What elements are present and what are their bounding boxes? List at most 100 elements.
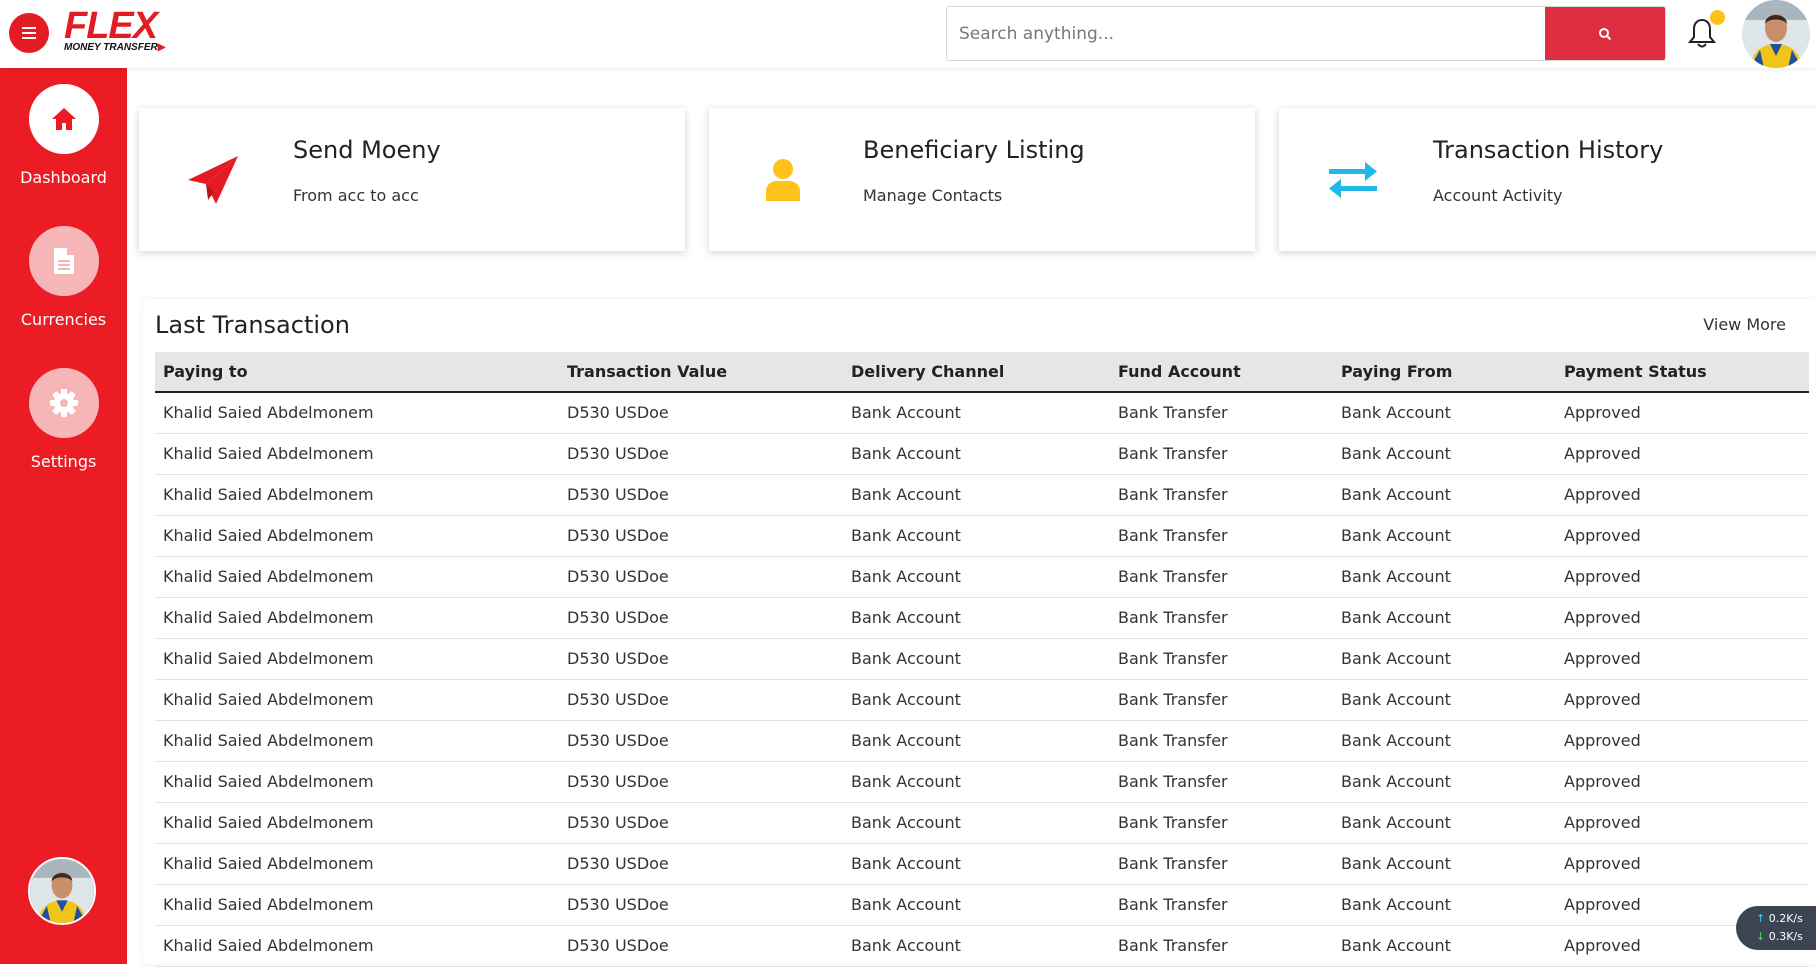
last-transaction-panel: Last Transaction View More Paying to Tran… <box>143 299 1816 966</box>
table-cell: Bank Account <box>851 567 961 586</box>
table-row[interactable]: Khalid Saied Abdelmonem D530 USDoe Bank Ac… <box>155 392 1809 433</box>
table-cell: Bank Transfer <box>1118 813 1228 832</box>
column-header[interactable]: Transaction Value <box>559 352 843 392</box>
table-cell: D530 USDoe <box>567 526 669 545</box>
table-cell: D530 USDoe <box>567 403 669 423</box>
table-cell: Bank Transfer <box>1118 567 1228 586</box>
table-cell: Khalid Saied Abdelmonem <box>163 649 374 668</box>
table-cell: Khalid Saied Abdelmonem <box>163 731 374 750</box>
column-header[interactable]: Paying From <box>1333 352 1556 392</box>
column-header[interactable]: Fund Account <box>1110 352 1333 392</box>
table-cell: Bank Account <box>1341 403 1451 423</box>
beneficiary-listing-card[interactable]: Beneficiary Listing Manage Contacts <box>709 108 1255 251</box>
table-cell: Bank Account <box>1341 567 1451 586</box>
table-cell: Bank Account <box>851 485 961 504</box>
sidebar-user-avatar[interactable] <box>28 857 96 925</box>
search-input[interactable] <box>947 7 1545 60</box>
table-cell: D530 USDoe <box>567 772 669 791</box>
table-row[interactable]: Khalid Saied Abdelmonem D530 USDoe Bank Ac… <box>155 597 1809 638</box>
table-cell: Bank Account <box>1341 895 1451 914</box>
table-body: Khalid Saied Abdelmonem D530 USDoe Bank Ac… <box>155 392 1809 966</box>
table-cell: Bank Transfer <box>1118 895 1228 914</box>
table-cell: Bank Account <box>851 690 961 709</box>
table-cell: Bank Transfer <box>1118 444 1228 463</box>
table-cell: Bank Transfer <box>1118 649 1228 668</box>
table-cell: Khalid Saied Abdelmonem <box>163 690 374 709</box>
column-header[interactable]: Payment Status <box>1556 352 1809 392</box>
table-row[interactable]: Khalid Saied Abdelmonem D530 USDoe Bank Ac… <box>155 638 1809 679</box>
table-cell: Bank Account <box>851 403 961 423</box>
table-row[interactable]: Khalid Saied Abdelmonem D530 USDoe Bank Ac… <box>155 802 1809 843</box>
upload-speed: ↑ 0.2K/s <box>1756 912 1803 925</box>
table-cell: Bank Account <box>1341 444 1451 463</box>
user-icon <box>766 159 800 201</box>
table-cell: D530 USDoe <box>567 444 669 463</box>
column-header[interactable]: Paying to <box>155 352 559 392</box>
table-row[interactable]: Khalid Saied Abdelmonem D530 USDoe Bank Ac… <box>155 433 1809 474</box>
hamburger-menu-button[interactable] <box>9 13 49 53</box>
table-cell: D530 USDoe <box>567 895 669 914</box>
search-button[interactable] <box>1545 7 1665 60</box>
table-cell: Bank Transfer <box>1118 485 1228 504</box>
home-icon <box>51 108 76 130</box>
table-cell: Bank Account <box>851 813 961 832</box>
table-cell: Bank Account <box>851 649 961 668</box>
table-cell: Approved <box>1564 567 1641 586</box>
table-cell: D530 USDoe <box>567 731 669 750</box>
table-cell: D530 USDoe <box>567 690 669 709</box>
table-cell: Approved <box>1564 403 1641 423</box>
view-more-link[interactable]: View More <box>1703 315 1786 334</box>
table-cell: Approved <box>1564 485 1641 504</box>
table-cell: Khalid Saied Abdelmonem <box>163 608 374 627</box>
table-row[interactable]: Khalid Saied Abdelmonem D530 USDoe Bank Ac… <box>155 556 1809 597</box>
table-cell: Bank Account <box>851 936 961 955</box>
sidebar-item-settings[interactable]: Settings <box>0 368 127 471</box>
brand-name: FLEX <box>64 5 158 47</box>
table-cell: Bank Transfer <box>1118 854 1228 873</box>
brand-logo[interactable]: FLEX MONEY TRANSFER▶ <box>64 5 184 58</box>
send-money-card[interactable]: Send Moeny From acc to acc <box>139 108 685 251</box>
sidebar-item-dashboard[interactable]: Dashboard <box>0 84 127 187</box>
table-cell: Bank Account <box>1341 731 1451 750</box>
notification-badge <box>1710 10 1725 25</box>
table-row[interactable]: Khalid Saied Abdelmonem D530 USDoe Bank Ac… <box>155 843 1809 884</box>
top-bar: FLEX MONEY TRANSFER▶ <box>0 0 1816 68</box>
search-icon <box>1599 27 1612 40</box>
table-cell: Bank Account <box>851 854 961 873</box>
table-row[interactable]: Khalid Saied Abdelmonem D530 USDoe Bank Ac… <box>155 925 1809 966</box>
column-header[interactable]: Delivery Channel <box>843 352 1110 392</box>
table-row[interactable]: Khalid Saied Abdelmonem D530 USDoe Bank Ac… <box>155 515 1809 556</box>
table-cell: Approved <box>1564 731 1641 750</box>
table-row[interactable]: Khalid Saied Abdelmonem D530 USDoe Bank Ac… <box>155 884 1809 925</box>
table-cell: Bank Account <box>1341 772 1451 791</box>
sidebar-item-label: Dashboard <box>20 168 107 187</box>
table-cell: Bank Transfer <box>1118 608 1228 627</box>
menu-icon <box>22 27 36 39</box>
table-row[interactable]: Khalid Saied Abdelmonem D530 USDoe Bank Ac… <box>155 474 1809 515</box>
brand-tagline: MONEY TRANSFER▶ <box>64 42 166 53</box>
table-row[interactable]: Khalid Saied Abdelmonem D530 USDoe Bank Ac… <box>155 679 1809 720</box>
sidebar-item-label: Settings <box>30 452 97 471</box>
table-header-row: Paying to Transaction Value Delivery Chann… <box>155 352 1809 392</box>
table-cell: Khalid Saied Abdelmonem <box>163 854 374 873</box>
card-title: Transaction History <box>1433 136 1664 164</box>
card-subtitle: From acc to acc <box>293 186 419 205</box>
table-cell: Bank Account <box>851 526 961 545</box>
table-cell: D530 USDoe <box>567 936 669 955</box>
transaction-history-card[interactable]: Transaction History Account Activity <box>1279 108 1816 251</box>
table-cell: Bank Account <box>851 895 961 914</box>
table-cell: Bank Account <box>851 731 961 750</box>
table-row[interactable]: Khalid Saied Abdelmonem D530 USDoe Bank Ac… <box>155 761 1809 802</box>
sidebar-item-currencies[interactable]: Currencies <box>0 226 127 329</box>
card-subtitle: Manage Contacts <box>863 186 1003 205</box>
sidebar-icon-circle <box>28 368 99 438</box>
table-cell: Khalid Saied Abdelmonem <box>163 895 374 914</box>
table-cell: Bank Transfer <box>1118 690 1228 709</box>
panel-title: Last Transaction <box>155 311 350 339</box>
table-cell: D530 USDoe <box>567 485 669 504</box>
table-cell: Bank Transfer <box>1118 936 1228 955</box>
table-row[interactable]: Khalid Saied Abdelmonem D530 USDoe Bank Ac… <box>155 720 1809 761</box>
table-cell: Approved <box>1564 608 1641 627</box>
document-icon <box>53 248 74 274</box>
user-avatar[interactable] <box>1742 0 1810 68</box>
